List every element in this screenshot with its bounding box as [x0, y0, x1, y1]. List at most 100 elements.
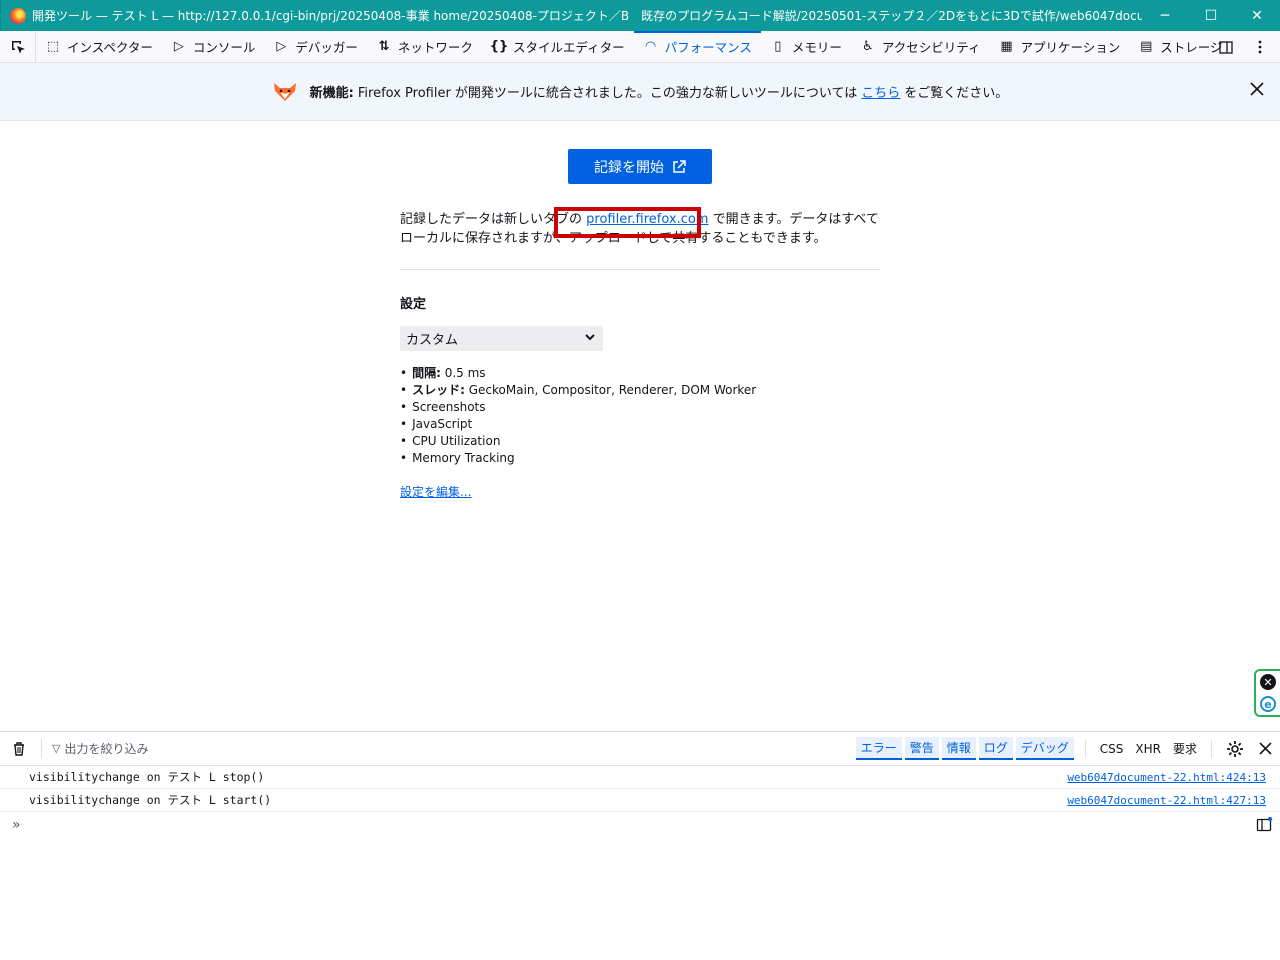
- window-controls: ─ ☐ ✕: [1142, 0, 1280, 31]
- devtools-menu-button[interactable]: [1246, 33, 1274, 61]
- tab-application[interactable]: ▦ アプリケーション: [990, 31, 1130, 62]
- maximize-button[interactable]: ☐: [1188, 0, 1234, 31]
- message-text: visibilitychange on テスト L stop(): [29, 770, 265, 784]
- window-title: 開発ツール — テスト L — http://127.0.0.1/cgi-bin…: [32, 9, 1142, 23]
- style-editor-icon: {}: [489, 39, 509, 54]
- tab-accessibility[interactable]: ♿ アクセシビリティ: [851, 31, 990, 62]
- filter-css-button[interactable]: CSS: [1100, 742, 1124, 756]
- console-message: visibilitychange on テスト L start() web604…: [0, 789, 1280, 812]
- trash-icon[interactable]: [11, 741, 27, 757]
- start-recording-button[interactable]: 記録を開始: [568, 149, 712, 184]
- tab-label: デバッガー: [295, 40, 358, 55]
- e-badge-icon[interactable]: e: [1260, 696, 1276, 712]
- filter-placeholder: 出力を絞り込み: [64, 742, 149, 756]
- feature-value: 0.5 ms: [444, 366, 486, 380]
- start-recording-label: 記録を開始: [594, 159, 664, 176]
- feature-value: GeckoMain, Compositor, Renderer, DOM Wor…: [468, 383, 757, 397]
- tab-performance[interactable]: ◠ パフォーマンス: [633, 31, 762, 62]
- debugger-icon: ▷: [276, 39, 287, 54]
- tab-label: コンソール: [192, 40, 256, 55]
- console-icon: ▷: [173, 39, 184, 54]
- filter-xhr-button[interactable]: XHR: [1135, 742, 1161, 756]
- sidebar-toggle-icon[interactable]: [1256, 817, 1272, 833]
- window-titlebar: 開発ツール — テスト L — http://127.0.0.1/cgi-bin…: [0, 0, 1280, 31]
- external-link-icon: [673, 159, 686, 173]
- console-filter-buttons: エラー 警告 情報 ログ デバッグ CSS XHR 要求: [855, 732, 1280, 765]
- tab-inspector[interactable]: ⬚ インスペクター: [36, 31, 162, 62]
- settings-heading: 設定: [400, 297, 427, 312]
- console-filter-input[interactable]: ▽ 出力を絞り込み: [41, 738, 149, 759]
- gear-icon: [1227, 740, 1243, 757]
- list-item: Screenshots: [400, 399, 756, 416]
- dock-toggle-button[interactable]: [1212, 33, 1240, 61]
- feature-value: CPU Utilization: [412, 434, 501, 448]
- filter-errors-button[interactable]: エラー: [855, 737, 902, 760]
- annotation-highlight-box: [554, 207, 701, 238]
- divider: [1211, 739, 1212, 758]
- new-feature-notification: 新機能: Firefox Profiler が開発ツールに統合されました。この強…: [0, 63, 1280, 121]
- memory-icon: ▯: [774, 39, 782, 54]
- minimize-button[interactable]: ─: [1142, 0, 1188, 31]
- message-source-link[interactable]: web6047document-22.html:427:13: [1067, 794, 1266, 807]
- list-item: 間隔: 0.5 ms: [400, 365, 756, 382]
- toolbar-right: [1212, 31, 1280, 62]
- list-item: JavaScript: [400, 416, 756, 433]
- filter-info-button[interactable]: 情報: [941, 737, 976, 760]
- tab-label: インスペクター: [67, 40, 153, 55]
- more-options-icon: [1258, 40, 1262, 53]
- tab-label: スタイルエディター: [512, 40, 625, 55]
- feature-value: JavaScript: [412, 417, 473, 431]
- feature-label: 間隔:: [412, 366, 441, 380]
- tab-label: パフォーマンス: [664, 40, 752, 55]
- tab-label: アクセシビリティ: [881, 40, 981, 55]
- performance-icon: ◠: [645, 39, 656, 54]
- fox-icon: [273, 82, 296, 101]
- filter-logs-button[interactable]: ログ: [978, 737, 1013, 760]
- filter-warnings-button[interactable]: 警告: [904, 737, 939, 760]
- close-circle-icon[interactable]: ✕: [1260, 674, 1276, 690]
- tab-label: メモリー: [791, 40, 842, 55]
- filter-funnel-icon: ▽: [52, 742, 61, 755]
- extension-side-badges: ✕ e: [1254, 669, 1280, 717]
- feature-value: Screenshots: [412, 400, 486, 414]
- tab-label: ネットワーク: [397, 40, 473, 55]
- tab-network[interactable]: ⇅ ネットワーク: [367, 31, 482, 62]
- performance-panel: 記録を開始 記録したデータは新しいタブの profiler.firefox.co…: [0, 121, 1280, 731]
- close-split-console-button[interactable]: [1255, 739, 1275, 759]
- preset-select[interactable]: カスタム: [400, 326, 603, 351]
- feature-label: スレッド:: [412, 383, 465, 397]
- tab-debugger[interactable]: ▷ デバッガー: [264, 31, 367, 62]
- tab-console[interactable]: ▷ コンソール: [162, 31, 265, 62]
- firefox-logo-icon: [10, 7, 26, 24]
- tab-memory[interactable]: ▯ メモリー: [761, 31, 851, 62]
- close-window-button[interactable]: ✕: [1234, 0, 1280, 31]
- list-item: Memory Tracking: [400, 450, 756, 467]
- element-picker-icon: [11, 40, 25, 53]
- close-icon: [1250, 82, 1264, 96]
- list-item: CPU Utilization: [400, 433, 756, 450]
- network-icon: ⇅: [378, 39, 390, 54]
- devtools-toolbar: ⬚ インスペクター ▷ コンソール ▷ デバッガー ⇅ ネットワーク {} スタイルエディ…: [0, 31, 1280, 63]
- edit-settings-link[interactable]: 設定を編集...: [400, 483, 471, 500]
- list-item: スレッド: GeckoMain, Compositor, Renderer, D…: [400, 382, 756, 399]
- message-source-link[interactable]: web6047document-22.html:424:13: [1067, 771, 1266, 784]
- filter-debug-button[interactable]: デバッグ: [1015, 737, 1074, 760]
- split-console: ▽ 出力を絞り込み エラー 警告 情報 ログ デバッグ CSS XHR 要求 v…: [0, 731, 1280, 960]
- close-notice-button[interactable]: [1248, 82, 1266, 100]
- message-text: visibilitychange on テスト L start(): [29, 793, 272, 807]
- accessibility-icon: ♿: [862, 39, 874, 54]
- settings-summary-list: 間隔: 0.5 ms スレッド: GeckoMain, Compositor, …: [400, 365, 756, 467]
- notice-link[interactable]: こちら: [861, 82, 900, 101]
- console-input[interactable]: »: [0, 812, 1280, 838]
- chevron-prompt-icon: »: [12, 817, 21, 833]
- notice-suffix: をご覧ください。: [904, 86, 1009, 101]
- dock-side-icon: [1219, 40, 1233, 54]
- divider: [1084, 739, 1086, 758]
- section-divider: [400, 269, 880, 270]
- chevron-down-icon: [585, 334, 595, 341]
- filter-requests-button[interactable]: 要求: [1173, 740, 1197, 757]
- preset-selected-value: カスタム: [406, 333, 459, 348]
- tab-style-editor[interactable]: {} スタイルエディター: [482, 31, 634, 62]
- element-picker-button[interactable]: [0, 31, 36, 62]
- console-settings-button[interactable]: [1225, 739, 1245, 759]
